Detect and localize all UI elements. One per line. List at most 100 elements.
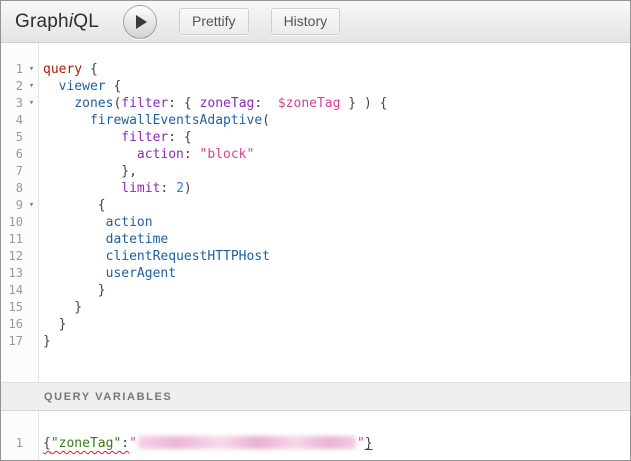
code-token: } (43, 300, 82, 315)
line-number: 14 (1, 282, 25, 299)
code-token: viewer (59, 79, 106, 94)
graphiql-logo: GraphiQL (15, 11, 99, 33)
code-line[interactable]: }, (43, 163, 630, 180)
line-number: 16 (1, 316, 25, 333)
execute-query-button[interactable] (123, 5, 157, 39)
code-token: zoneTag (200, 96, 255, 111)
code-token: } (43, 283, 106, 298)
code-token: $zoneTag (278, 96, 341, 111)
code-token: : (121, 436, 129, 451)
code-line[interactable]: } (43, 282, 630, 299)
variables-editor-gutter: 1 (1, 411, 39, 460)
code-token: ) (184, 181, 192, 196)
code-token (43, 232, 106, 247)
code-token: firewallEventsAdaptive (90, 113, 262, 128)
query-editor-code[interactable]: query { viewer { zones(filter: { zoneTag… (39, 43, 630, 382)
line-number: 13 (1, 265, 25, 282)
code-line[interactable]: filter: { (43, 129, 630, 146)
code-token: : (184, 147, 200, 162)
variables-code-line[interactable]: {"zoneTag":""} (43, 435, 630, 452)
graphiql-window: GraphiQL Prettify History 1▾2▾3▾456789▾1… (0, 0, 631, 461)
code-line[interactable]: userAgent (43, 265, 630, 282)
variables-editor-code[interactable]: {"zoneTag":""} (39, 411, 630, 460)
code-token: 2 (176, 181, 184, 196)
logo-text-2: QL (73, 11, 99, 32)
code-token (43, 249, 106, 264)
topbar: GraphiQL Prettify History (1, 1, 630, 43)
code-token (43, 181, 121, 196)
line-number: 9 (1, 197, 25, 214)
prettify-button[interactable]: Prettify (179, 8, 249, 35)
code-token: "zoneTag" (51, 436, 121, 451)
code-token: : { (168, 130, 191, 145)
code-line[interactable]: } (43, 316, 630, 333)
code-token: query (43, 62, 82, 77)
query-variables-title: QUERY VARIABLES (44, 391, 172, 403)
line-number: 10 (1, 214, 25, 231)
code-token: clientRequestHTTPHost (106, 249, 270, 264)
variables-editor[interactable]: 1 {"zoneTag":""} (1, 411, 630, 460)
line-number: 8 (1, 180, 25, 197)
code-token: : (160, 181, 176, 196)
line-number: 7 (1, 163, 25, 180)
code-line[interactable]: datetime (43, 231, 630, 248)
code-token: userAgent (106, 266, 176, 281)
code-token (43, 113, 90, 128)
code-token: { (43, 198, 106, 213)
line-number: 17 (1, 333, 25, 350)
play-icon (136, 15, 147, 29)
code-token: ( (262, 113, 270, 128)
code-line[interactable]: action: "block" (43, 146, 630, 163)
fold-arrow-icon[interactable]: ▾ (25, 78, 38, 95)
code-token: limit (121, 181, 160, 196)
code-token: { (106, 79, 122, 94)
code-token: } ) { (340, 96, 387, 111)
fold-arrow-icon[interactable]: ▾ (25, 197, 38, 214)
code-token (43, 96, 74, 111)
query-variables-title-bar[interactable]: QUERY VARIABLES (1, 382, 630, 411)
fold-arrow-icon[interactable]: ▾ (25, 61, 38, 78)
code-token (43, 130, 121, 145)
code-token: } (43, 334, 51, 349)
code-token: { (43, 436, 51, 451)
code-line[interactable]: { (43, 197, 630, 214)
code-line[interactable]: clientRequestHTTPHost (43, 248, 630, 265)
code-token: } (365, 436, 373, 451)
code-line[interactable]: zones(filter: { zoneTag: $zoneTag } ) { (43, 95, 630, 112)
code-line[interactable]: query { (43, 61, 630, 78)
line-number: 6 (1, 146, 25, 163)
code-token: filter (121, 96, 168, 111)
code-line[interactable]: } (43, 333, 630, 350)
code-token: action (137, 147, 184, 162)
history-button[interactable]: History (271, 8, 341, 35)
line-number: 1 (1, 61, 25, 78)
code-token: : (254, 96, 277, 111)
line-number: 12 (1, 248, 25, 265)
redacted-value (138, 436, 356, 449)
code-token: " (129, 436, 137, 451)
code-line[interactable]: } (43, 299, 630, 316)
code-token: " (357, 436, 365, 451)
line-number: 11 (1, 231, 25, 248)
code-line[interactable]: action (43, 214, 630, 231)
code-token: action (106, 215, 153, 230)
code-token (43, 147, 137, 162)
code-token: { (82, 62, 98, 77)
code-token: zones (74, 96, 113, 111)
query-editor-gutter: 1▾2▾3▾456789▾1011121314151617 (1, 43, 39, 382)
code-token (43, 266, 106, 281)
line-number: 5 (1, 129, 25, 146)
line-number: 3 (1, 95, 25, 112)
code-token: : { (168, 96, 199, 111)
line-number: 15 (1, 299, 25, 316)
fold-arrow-icon[interactable]: ▾ (25, 95, 38, 112)
query-editor[interactable]: 1▾2▾3▾456789▾1011121314151617 query { vi… (1, 43, 630, 382)
code-line[interactable]: firewallEventsAdaptive( (43, 112, 630, 129)
code-line[interactable]: limit: 2) (43, 180, 630, 197)
code-token: "block" (200, 147, 255, 162)
code-token: } (43, 317, 66, 332)
code-line[interactable]: viewer { (43, 78, 630, 95)
line-number: 1 (1, 435, 25, 452)
code-token: datetime (106, 232, 169, 247)
code-token: filter (121, 130, 168, 145)
